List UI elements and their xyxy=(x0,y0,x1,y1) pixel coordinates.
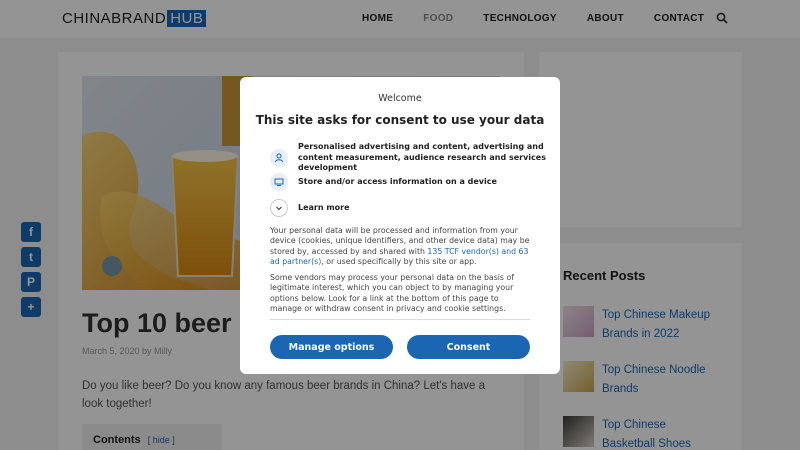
consent-welcome: Welcome xyxy=(378,93,422,104)
chevron-down-icon[interactable] xyxy=(270,199,288,217)
consent-purpose: Store and/or access information on a dev… xyxy=(270,173,548,191)
consent-body-1: Your personal data will be processed and… xyxy=(270,226,532,268)
device-icon xyxy=(270,173,288,191)
manage-options-button[interactable]: Manage options xyxy=(270,335,393,359)
consent-title: This site asks for consent to use your d… xyxy=(255,113,545,127)
purpose-label: Store and/or access information on a dev… xyxy=(298,176,497,186)
learn-more-toggle[interactable]: Learn more xyxy=(270,199,548,217)
person-icon xyxy=(270,148,288,167)
consent-purpose: Personalised advertising and content, ad… xyxy=(270,142,548,174)
learn-more-label[interactable]: Learn more xyxy=(298,203,548,214)
consent-dialog: Welcome This site asks for consent to us… xyxy=(240,77,560,374)
consent-button[interactable]: Consent xyxy=(407,335,530,359)
consent-body-2: Some vendors may process your personal d… xyxy=(270,273,514,314)
dialog-divider xyxy=(270,319,530,320)
consent-body-1-b: , or used specifically by this site or a… xyxy=(321,257,477,267)
purpose-label: Personalised advertising and content, ad… xyxy=(298,142,546,172)
